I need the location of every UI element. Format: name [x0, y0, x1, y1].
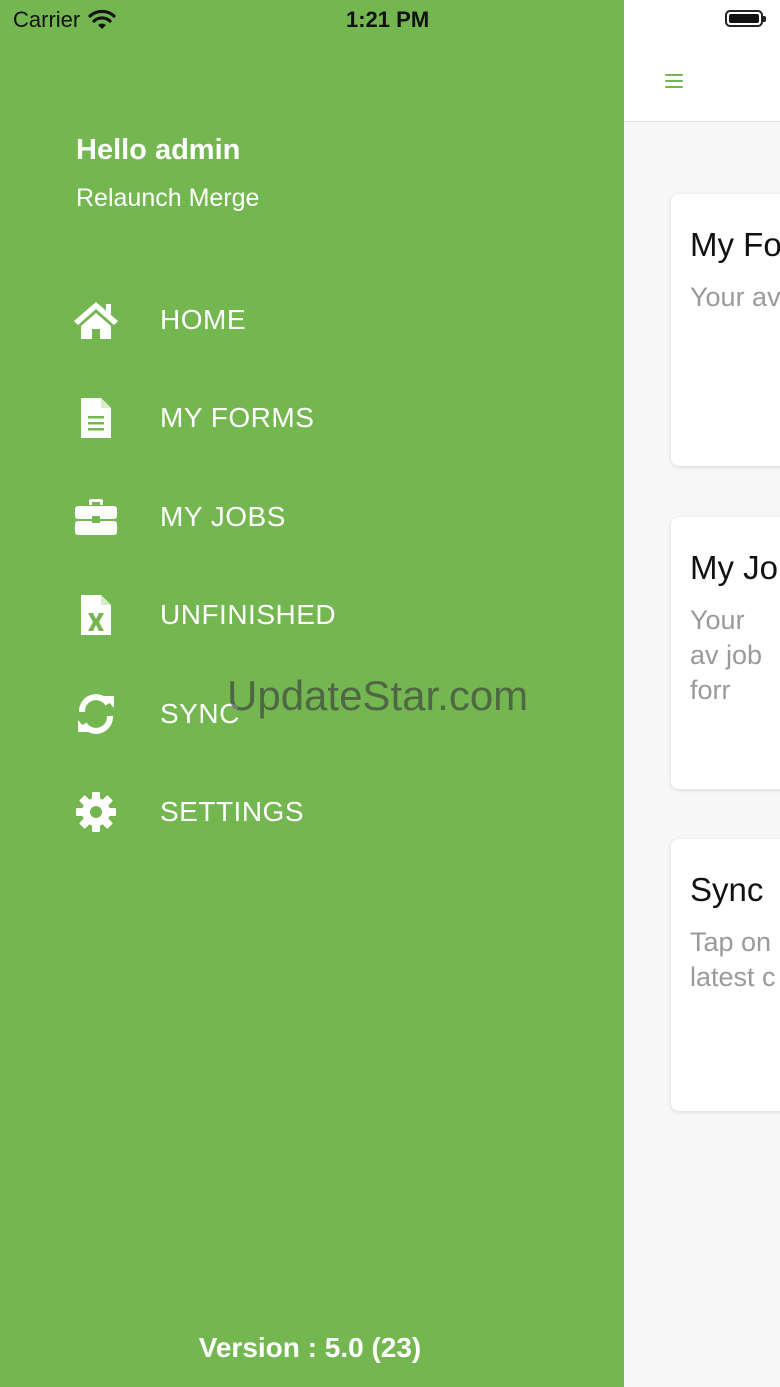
menu-item-unfinished[interactable]: UNFINISHED — [0, 580, 624, 650]
greeting: Hello admin — [76, 134, 241, 166]
menu-item-label: SETTINGS — [160, 796, 305, 827]
menu-item-my-forms[interactable]: MY FORMS — [0, 383, 624, 453]
menu-item-label: MY JOBS — [160, 501, 286, 532]
app-subtitle: Relaunch Merge — [76, 184, 260, 212]
hamburger-menu-icon[interactable] — [665, 74, 685, 90]
briefcase-icon — [70, 491, 122, 543]
menu-item-my-jobs[interactable]: MY JOBS — [0, 482, 624, 552]
gear-icon — [70, 786, 122, 838]
menu-item-label: UNFINISHED — [160, 599, 337, 630]
watermark: UpdateStar.com — [227, 672, 529, 719]
battery-icon — [725, 10, 766, 27]
menu-item-label: HOME — [160, 304, 246, 335]
menu-item-settings[interactable]: SETTINGS — [0, 777, 624, 847]
card-title: Sync — [690, 871, 764, 908]
card-description: Tap on latest c — [690, 927, 776, 992]
carrier-label: Carrier — [13, 7, 81, 32]
card-my-jobs[interactable]: My Jol Your av job forr — [671, 517, 780, 789]
version-label: Version : 5.0 (23) — [198, 1332, 422, 1363]
home-icon — [70, 294, 122, 346]
menu-item-home[interactable]: HOME — [0, 285, 624, 355]
document-icon — [70, 392, 122, 444]
status-carrier: Carrier — [13, 7, 116, 33]
sync-icon — [70, 688, 122, 740]
wifi-icon — [88, 9, 116, 29]
card-title: My Fo — [690, 226, 780, 263]
card-description: Your av — [690, 282, 780, 312]
excel-file-icon — [70, 589, 122, 641]
status-time: 1:21 PM — [346, 7, 430, 32]
card-description: Your av job forr — [690, 605, 763, 705]
menu-item-label: MY FORMS — [160, 402, 315, 433]
card-sync[interactable]: Sync Tap on latest c — [671, 839, 780, 1111]
card-my-forms[interactable]: My Fo Your av — [671, 194, 780, 466]
card-title: My Jol — [690, 549, 780, 586]
